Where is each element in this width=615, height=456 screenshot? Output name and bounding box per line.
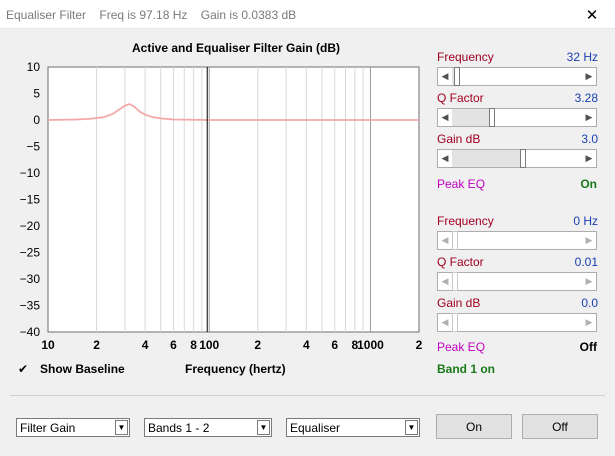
x-tick-label: 4	[303, 338, 310, 352]
equaliser-window: Equaliser Filter Freq is 97.18 Hz Gain i…	[0, 0, 615, 456]
x-tick-label: 1000	[357, 338, 384, 352]
band2-q-label: Q Factor	[437, 255, 484, 269]
bands-select[interactable]: Bands 1 - 2 ▼	[144, 418, 272, 437]
bands-select-value: Bands 1 - 2	[148, 421, 210, 435]
band-status: Band 1 on	[437, 362, 496, 376]
x-axis-title: Frequency (hertz)	[185, 362, 286, 376]
band1-frequency-label: Frequency	[437, 50, 494, 64]
band1-gain-value: 3.0	[581, 132, 598, 146]
y-tick-label: −10	[20, 166, 41, 180]
y-tick-label: −15	[20, 193, 41, 207]
band2-frequency-label: Frequency	[437, 214, 494, 228]
x-tick-label: 8	[190, 338, 197, 352]
band1-q-value: 3.28	[574, 91, 598, 105]
y-tick-label: −5	[26, 140, 40, 154]
close-icon[interactable]: ✕	[569, 0, 615, 29]
band1-q-label: Q Factor	[437, 91, 484, 105]
band2-q-value: 0.01	[574, 255, 598, 269]
band2-gain-label: Gain dB	[437, 296, 481, 310]
y-tick-label: 0	[33, 113, 40, 127]
y-tick-label: 10	[27, 60, 41, 74]
y-tick-label: −40	[20, 325, 41, 339]
off-button[interactable]: Off	[522, 414, 598, 439]
show-baseline-checkbox[interactable]: ✔	[18, 363, 28, 375]
band1-frequency-value: 32 Hz	[566, 50, 598, 64]
left-arrow-icon[interactable]: ◀	[438, 68, 452, 85]
right-arrow-icon[interactable]: ▶	[582, 314, 596, 331]
band2-mode-label: Peak EQ	[437, 340, 486, 354]
band2-mode-state[interactable]: Off	[557, 340, 597, 354]
x-tick-label: 2	[93, 338, 100, 352]
y-tick-label: −30	[20, 272, 41, 286]
slider-thumb[interactable]	[520, 149, 526, 168]
right-arrow-icon[interactable]: ▶	[582, 273, 596, 290]
slider-thumb[interactable]	[452, 231, 458, 250]
slider-thumb[interactable]	[452, 272, 458, 291]
filter-type-select-value: Equaliser	[290, 421, 341, 435]
band1-gain-slider[interactable]: ◀ ▶	[437, 149, 597, 168]
left-arrow-icon[interactable]: ◀	[438, 109, 452, 126]
band2-gain-slider[interactable]: ◀ ▶	[437, 313, 597, 332]
view-select[interactable]: Filter Gain ▼	[16, 418, 130, 437]
band2-frequency-value: 0 Hz	[573, 214, 598, 228]
separator	[10, 395, 605, 396]
band2-gain-value: 0.0	[581, 296, 598, 310]
band1-q-slider[interactable]: ◀ ▶	[437, 108, 597, 127]
band2-q-slider[interactable]: ◀ ▶	[437, 272, 597, 291]
left-arrow-icon[interactable]: ◀	[438, 273, 452, 290]
view-select-value: Filter Gain	[20, 421, 76, 435]
right-arrow-icon[interactable]: ▶	[582, 68, 596, 85]
left-arrow-icon[interactable]: ◀	[438, 150, 452, 167]
y-tick-label: 5	[33, 87, 40, 101]
x-tick-label: 6	[170, 338, 177, 352]
slider-thumb[interactable]	[454, 67, 460, 86]
band2-frequency-slider[interactable]: ◀ ▶	[437, 231, 597, 250]
x-tick-label: 4	[142, 338, 149, 352]
x-tick-label: 6	[331, 338, 338, 352]
x-tick-label: 10	[41, 338, 55, 352]
band1-mode-label: Peak EQ	[437, 177, 486, 191]
gain-chart: 1050−5−10−15−20−25−30−35−40 10 2 4 6 8 100 2 4 6…	[20, 60, 423, 352]
x-tick-label: 100	[199, 338, 219, 352]
left-arrow-icon[interactable]: ◀	[438, 314, 452, 331]
y-tick-label: −20	[20, 219, 41, 233]
band1-frequency-slider[interactable]: ◀ ▶	[437, 67, 597, 86]
right-arrow-icon[interactable]: ▶	[582, 150, 596, 167]
slider-thumb[interactable]	[489, 108, 495, 127]
chevron-down-icon[interactable]: ▼	[257, 420, 270, 435]
chevron-down-icon[interactable]: ▼	[405, 420, 418, 435]
right-arrow-icon[interactable]: ▶	[582, 109, 596, 126]
filter-type-select[interactable]: Equaliser ▼	[286, 418, 420, 437]
band1-mode-state[interactable]: On	[557, 177, 597, 191]
y-tick-label: −35	[20, 299, 41, 313]
chevron-down-icon[interactable]: ▼	[115, 420, 128, 435]
on-button[interactable]: On	[436, 414, 512, 439]
left-arrow-icon[interactable]: ◀	[438, 232, 452, 249]
band1-gain-label: Gain dB	[437, 132, 481, 146]
y-tick-label: −25	[20, 246, 41, 260]
show-baseline-label[interactable]: Show Baseline	[40, 362, 125, 376]
slider-thumb[interactable]	[452, 313, 458, 332]
x-tick-label: 2	[416, 338, 423, 352]
right-arrow-icon[interactable]: ▶	[582, 232, 596, 249]
x-tick-label: 2	[254, 338, 261, 352]
